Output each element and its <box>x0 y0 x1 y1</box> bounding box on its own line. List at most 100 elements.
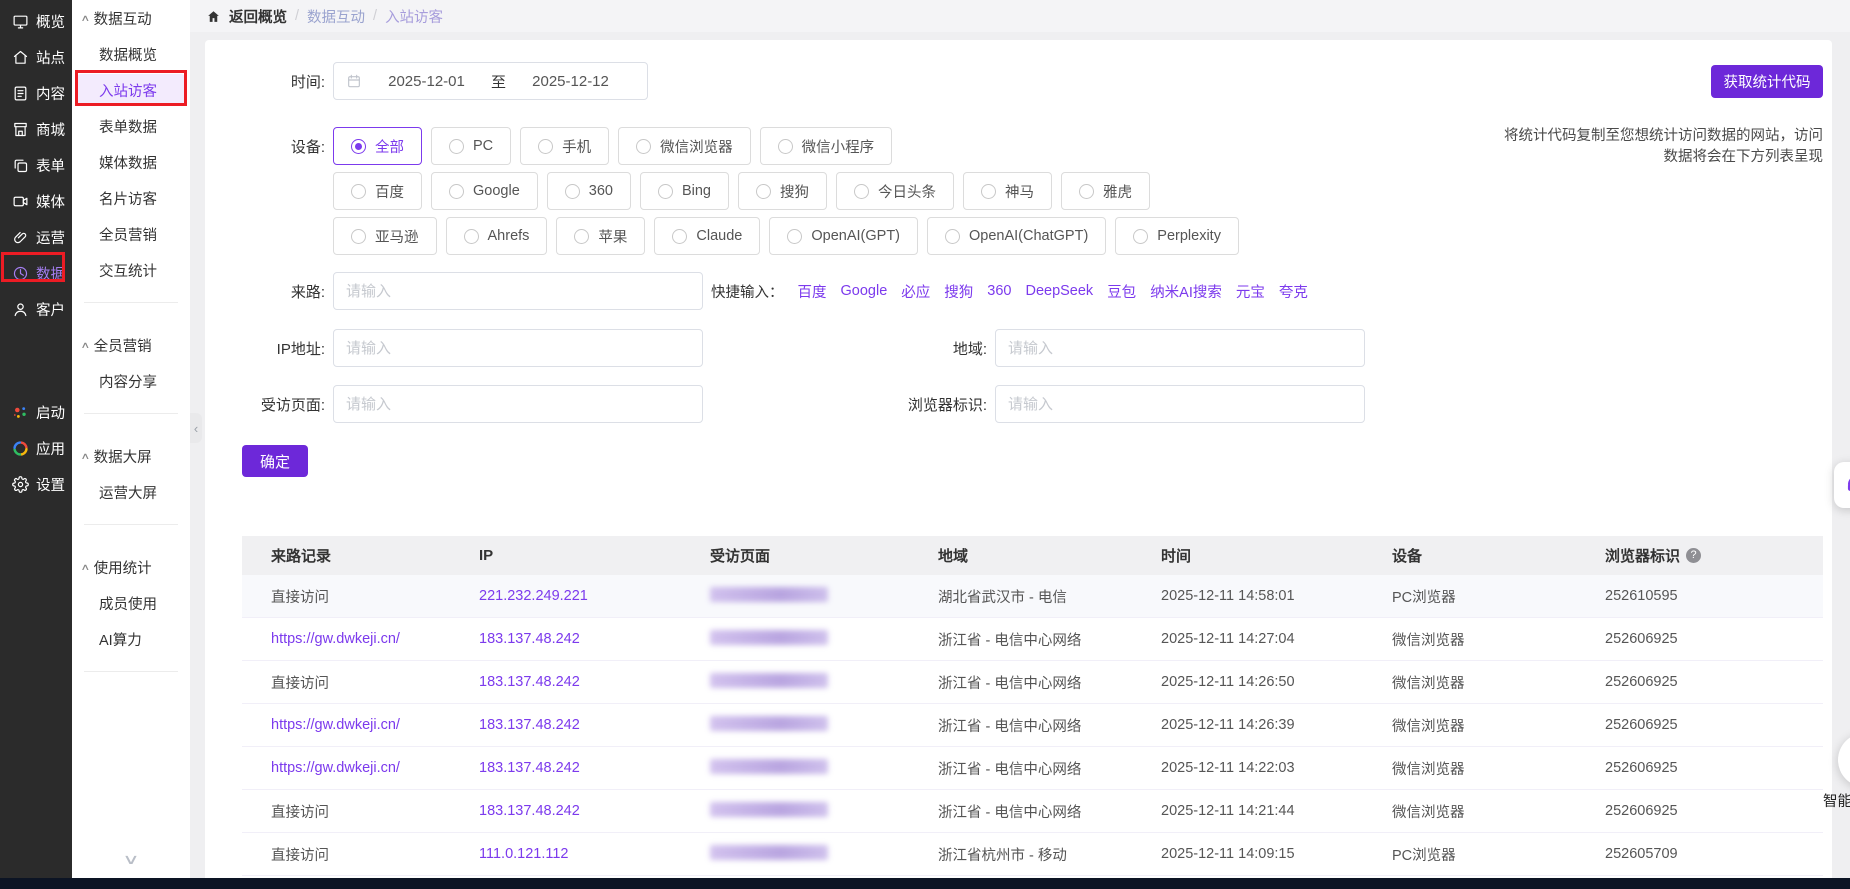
device-radio-option[interactable]: OpenAI(GPT) <box>769 217 918 255</box>
ip-link[interactable]: 183.137.48.242 <box>479 631 580 647</box>
quick-input-link[interactable]: Google <box>841 283 888 299</box>
sidebar-item-inbound-visitors[interactable]: 入站访客 <box>77 74 185 106</box>
sidebar-item-interaction-stats[interactable]: 交互统计 <box>72 252 190 288</box>
device-option-label: OpenAI(ChatGPT) <box>969 228 1088 244</box>
help-icon[interactable]: ? <box>1686 548 1701 563</box>
breadcrumb-data-interaction[interactable]: 数据互动 <box>307 6 365 27</box>
referrer-link[interactable]: https://gw.dwkeji.cn/ <box>271 717 400 733</box>
device-radio-option[interactable]: 微信小程序 <box>760 127 893 165</box>
device-radio-option[interactable]: 亚马逊 <box>333 217 437 255</box>
sidebar-item-form-data[interactable]: 表单数据 <box>72 108 190 144</box>
device-radio-option[interactable]: OpenAI(ChatGPT) <box>927 217 1106 255</box>
browser-id-input[interactable] <box>995 385 1365 423</box>
sidebar-item-label: 启动 <box>36 402 65 423</box>
device-radio-option[interactable]: 雅虎 <box>1061 172 1150 210</box>
customer-service-button[interactable] <box>1834 462 1850 508</box>
sidebar-item-form[interactable]: 表单 <box>0 147 72 183</box>
visited-page-redacted[interactable] <box>710 673 828 688</box>
ip-link[interactable]: 183.137.48.242 <box>479 717 580 733</box>
device-radio-option[interactable]: Bing <box>640 172 729 210</box>
sidebar-item-content[interactable]: 内容 <box>0 75 72 111</box>
sidebar-item-customer[interactable]: 客户 <box>0 291 72 327</box>
device-radio-option[interactable]: 搜狗 <box>738 172 827 210</box>
sidebar-group-header-data-screen[interactable]: ∧数据大屏 <box>72 438 190 474</box>
quick-input-link[interactable]: DeepSeek <box>1025 283 1093 299</box>
sidebar-item-apps[interactable]: 应用 <box>0 430 72 466</box>
sidebar-collapse-handle[interactable]: ‹ <box>190 413 202 443</box>
quick-input-link[interactable]: 搜狗 <box>944 281 973 302</box>
quick-input-link[interactable]: 夸克 <box>1279 281 1308 302</box>
visited-page-input[interactable] <box>333 385 703 423</box>
sidebar-item-data-overview[interactable]: 数据概览 <box>72 36 190 72</box>
sidebar-item-staff-marketing[interactable]: 全员营销 <box>72 216 190 252</box>
start-date-value[interactable]: 2025-12-01 <box>362 73 491 90</box>
confirm-button[interactable]: 确定 <box>242 445 308 477</box>
device-radio-option[interactable]: 360 <box>547 172 631 210</box>
visited-page-redacted[interactable] <box>710 845 828 860</box>
quick-input-link[interactable]: 必应 <box>901 281 930 302</box>
quick-input-link[interactable]: 360 <box>987 283 1011 299</box>
device-radio-option[interactable]: Perplexity <box>1115 217 1239 255</box>
quick-input-link[interactable]: 百度 <box>798 281 827 302</box>
sidebar-group-header-data-interaction[interactable]: ∧数据互动 <box>72 0 190 36</box>
device-radio-option[interactable]: 全部 <box>333 127 422 165</box>
device-radio-option[interactable]: PC <box>431 127 511 165</box>
device-radio-option[interactable]: Google <box>431 172 538 210</box>
device-radio-option[interactable]: 百度 <box>333 172 422 210</box>
sidebar-item-mall[interactable]: 商城 <box>0 111 72 147</box>
quick-input-link[interactable]: 元宝 <box>1236 281 1265 302</box>
referrer-link[interactable]: https://gw.dwkeji.cn/ <box>271 760 400 776</box>
sidebar-item-ai-power[interactable]: AI算力 <box>72 621 190 657</box>
cell-region: 浙江省 - 电信中心网络 <box>938 629 1161 650</box>
sidebar-item-overview[interactable]: 概览 <box>0 3 72 39</box>
referrer-input[interactable] <box>333 272 703 310</box>
device-radio-option[interactable]: Ahrefs <box>446 217 548 255</box>
device-radio-option[interactable]: 手机 <box>520 127 609 165</box>
sidebar-item-content-share[interactable]: 内容分享 <box>72 363 190 399</box>
visited-page-redacted[interactable] <box>710 802 828 817</box>
visited-page-redacted[interactable] <box>710 759 828 774</box>
apps-icon <box>12 440 29 457</box>
ip-link[interactable]: 183.137.48.242 <box>479 674 580 690</box>
device-radio-option[interactable]: 神马 <box>963 172 1052 210</box>
sidebar-item-site[interactable]: 站点 <box>0 39 72 75</box>
visited-page-redacted[interactable] <box>710 587 828 602</box>
breadcrumb-back-overview[interactable]: 返回概览 <box>229 6 287 27</box>
sidebar-item-label: 表单 <box>36 155 65 176</box>
breadcrumb-inbound-visitors[interactable]: 入站访客 <box>385 6 443 27</box>
sidebar-item-media[interactable]: 媒体 <box>0 183 72 219</box>
ip-input[interactable] <box>333 329 703 367</box>
cell-time: 2025-12-11 14:58:01 <box>1161 588 1392 604</box>
device-radio-option[interactable]: 微信浏览器 <box>618 127 751 165</box>
ip-link[interactable]: 183.137.48.242 <box>479 760 580 776</box>
visited-page-redacted[interactable] <box>710 716 828 731</box>
ip-link[interactable]: 111.0.121.112 <box>479 846 569 862</box>
sidebar-item-operation[interactable]: 运营 <box>0 219 72 255</box>
sidebar-group-header-usage-stats[interactable]: ∧使用统计 <box>72 549 190 585</box>
device-label: 设备: <box>205 136 325 157</box>
date-range-picker[interactable]: 2025-12-01 至 2025-12-12 <box>333 62 648 100</box>
ip-link[interactable]: 183.137.48.242 <box>479 803 580 819</box>
end-date-value[interactable]: 2025-12-12 <box>506 73 635 90</box>
sidebar-group-header-staff-marketing-group[interactable]: ∧全员营销 <box>72 327 190 363</box>
chevron-up-icon: ∧ <box>80 13 90 24</box>
region-input[interactable] <box>995 329 1365 367</box>
device-radio-option[interactable]: Claude <box>654 217 760 255</box>
referrer-link[interactable]: https://gw.dwkeji.cn/ <box>271 631 400 647</box>
sidebar-item-media-data[interactable]: 媒体数据 <box>72 144 190 180</box>
sidebar-item-operation-screen[interactable]: 运营大屏 <box>72 474 190 510</box>
device-radio-option[interactable]: 苹果 <box>556 217 645 255</box>
sidebar-item-settings[interactable]: 设置 <box>0 466 72 502</box>
cell-region: 浙江省杭州市 - 移动 <box>938 844 1161 865</box>
sidebar-item-card-visitors[interactable]: 名片访客 <box>72 180 190 216</box>
sidebar-item-data[interactable]: 数据 <box>0 255 72 291</box>
sidebar-item-member-usage[interactable]: 成员使用 <box>72 585 190 621</box>
quick-input-link[interactable]: 豆包 <box>1107 281 1136 302</box>
get-stat-code-button[interactable]: 获取统计代码 <box>1711 65 1823 98</box>
ip-link[interactable]: 221.232.249.221 <box>479 588 588 604</box>
quick-input-link[interactable]: 纳米AI搜索 <box>1150 281 1222 302</box>
home-icon[interactable] <box>206 9 221 24</box>
device-radio-option[interactable]: 今日头条 <box>836 172 954 210</box>
visited-page-redacted[interactable] <box>710 630 828 645</box>
sidebar-item-launch[interactable]: 启动 <box>0 394 72 430</box>
